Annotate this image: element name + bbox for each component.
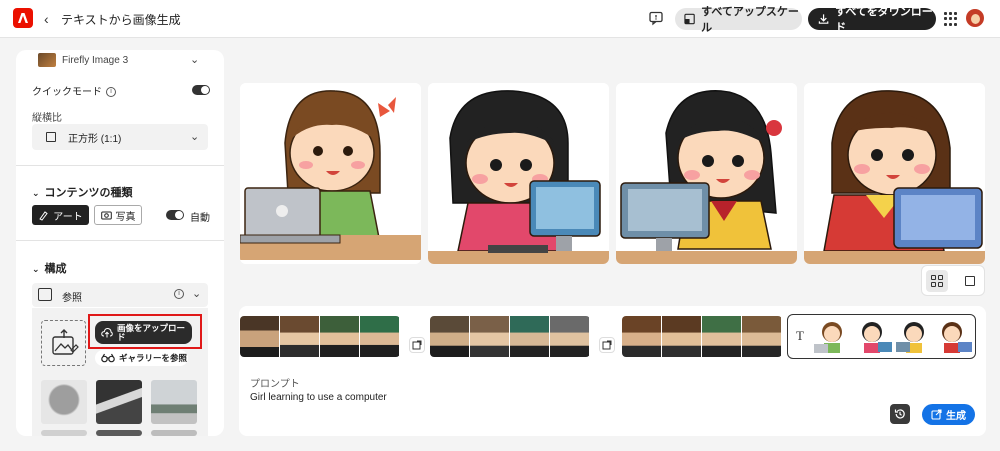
reference-thumbnail[interactable] (151, 380, 197, 424)
model-thumbnail (38, 53, 56, 67)
history-group[interactable] (622, 316, 782, 357)
auto-toggle[interactable] (166, 210, 184, 220)
browse-gallery-button[interactable]: ギャラリーを参照 (95, 350, 188, 366)
camera-icon (100, 211, 112, 220)
chevron-left-icon[interactable]: ‹ (44, 11, 49, 27)
generated-image-art (240, 83, 421, 264)
history-icon (894, 409, 905, 419)
generated-image-art (616, 83, 797, 264)
single-view-icon[interactable] (965, 276, 975, 286)
reuse-icon[interactable] (599, 337, 615, 353)
brush-icon (39, 210, 49, 221)
history-button[interactable] (890, 404, 910, 424)
download-all-button[interactable]: すべてをダウンロード (808, 6, 936, 34)
prompt-label: プロンプト (250, 379, 300, 390)
generate-button[interactable]: 生成 (922, 404, 975, 425)
top-bar: ‹ テキストから画像生成 すべてアップスケール すべてをダウンロード (0, 0, 1000, 38)
reference-label: 参照 (62, 293, 82, 304)
download-all-label: すべてをダウンロード (835, 6, 933, 34)
reuse-icon[interactable] (409, 337, 425, 353)
model-selector[interactable]: Firefly Image 3 (38, 52, 202, 68)
reference-thumbnail[interactable] (41, 380, 87, 424)
reference-row[interactable]: 参照 i ⌄ (32, 283, 208, 307)
divider (16, 240, 224, 241)
generated-image[interactable] (804, 83, 985, 264)
reference-thumbnail[interactable] (96, 430, 142, 436)
page-title: テキストから画像生成 (61, 13, 181, 27)
reference-thumbnail[interactable] (151, 430, 197, 436)
chevron-down-icon: ⌄ (32, 188, 40, 198)
reference-icon (38, 288, 52, 301)
chevron-down-icon[interactable]: ⌄ (190, 53, 199, 66)
quick-mode-toggle[interactable] (192, 85, 210, 95)
adobe-logo[interactable] (13, 8, 33, 28)
photo-button[interactable]: 写真 (94, 205, 142, 225)
generate-label: 生成 (946, 411, 966, 422)
binoculars-icon (101, 353, 115, 363)
composition-header[interactable]: ⌄ 構成 (32, 260, 67, 276)
view-mode-toggle (921, 265, 985, 296)
highlight-box (88, 314, 202, 349)
generated-image-art (804, 83, 985, 264)
chevron-down-icon: ⌄ (32, 264, 40, 274)
prompt-input[interactable]: Girl learning to use a computer (250, 392, 387, 403)
reference-thumbnail[interactable] (41, 430, 87, 436)
current-result-group[interactable]: T (787, 314, 976, 359)
divider (16, 165, 224, 166)
current-thumbnails (814, 322, 972, 353)
grid-view-icon[interactable] (926, 270, 948, 292)
square-icon (46, 132, 56, 142)
generated-image[interactable] (428, 83, 609, 264)
upscale-all-label: すべてアップスケール (701, 6, 799, 34)
art-button[interactable]: アート (32, 205, 89, 225)
info-icon[interactable]: i (106, 87, 116, 98)
generated-image-art (428, 83, 609, 264)
app-switcher-icon[interactable] (944, 12, 958, 26)
upload-dropzone[interactable] (41, 320, 86, 366)
feedback-icon[interactable] (648, 10, 664, 26)
history-group[interactable] (240, 316, 400, 357)
history-group[interactable] (430, 316, 590, 357)
generated-image[interactable] (616, 83, 797, 264)
generate-icon (931, 409, 942, 420)
quick-mode-label: クイックモード i (32, 83, 116, 98)
reference-thumbnail[interactable] (96, 380, 142, 424)
aspect-ratio-label: 縦横比 (32, 113, 62, 124)
avatar[interactable] (966, 9, 984, 27)
download-icon (818, 14, 829, 24)
aspect-ratio-select[interactable]: 正方形 (1:1) (32, 124, 208, 150)
aspect-ratio-value: 正方形 (1:1) (68, 133, 122, 145)
generated-image[interactable] (240, 83, 421, 264)
info-icon[interactable]: i (174, 289, 184, 299)
content-type-header[interactable]: ⌄ コンテンツの種類 (32, 184, 133, 200)
chevron-down-icon[interactable]: ⌄ (190, 130, 199, 143)
adobe-a-icon (18, 13, 28, 23)
chevron-down-icon[interactable]: ⌄ (192, 287, 201, 300)
upscale-all-button[interactable]: すべてアップスケール (675, 6, 802, 34)
model-name: Firefly Image 3 (62, 54, 129, 66)
upscale-icon (684, 13, 695, 25)
auto-label: 自動 (190, 213, 210, 224)
text-icon: T (796, 328, 804, 343)
image-upload-icon (51, 329, 79, 355)
